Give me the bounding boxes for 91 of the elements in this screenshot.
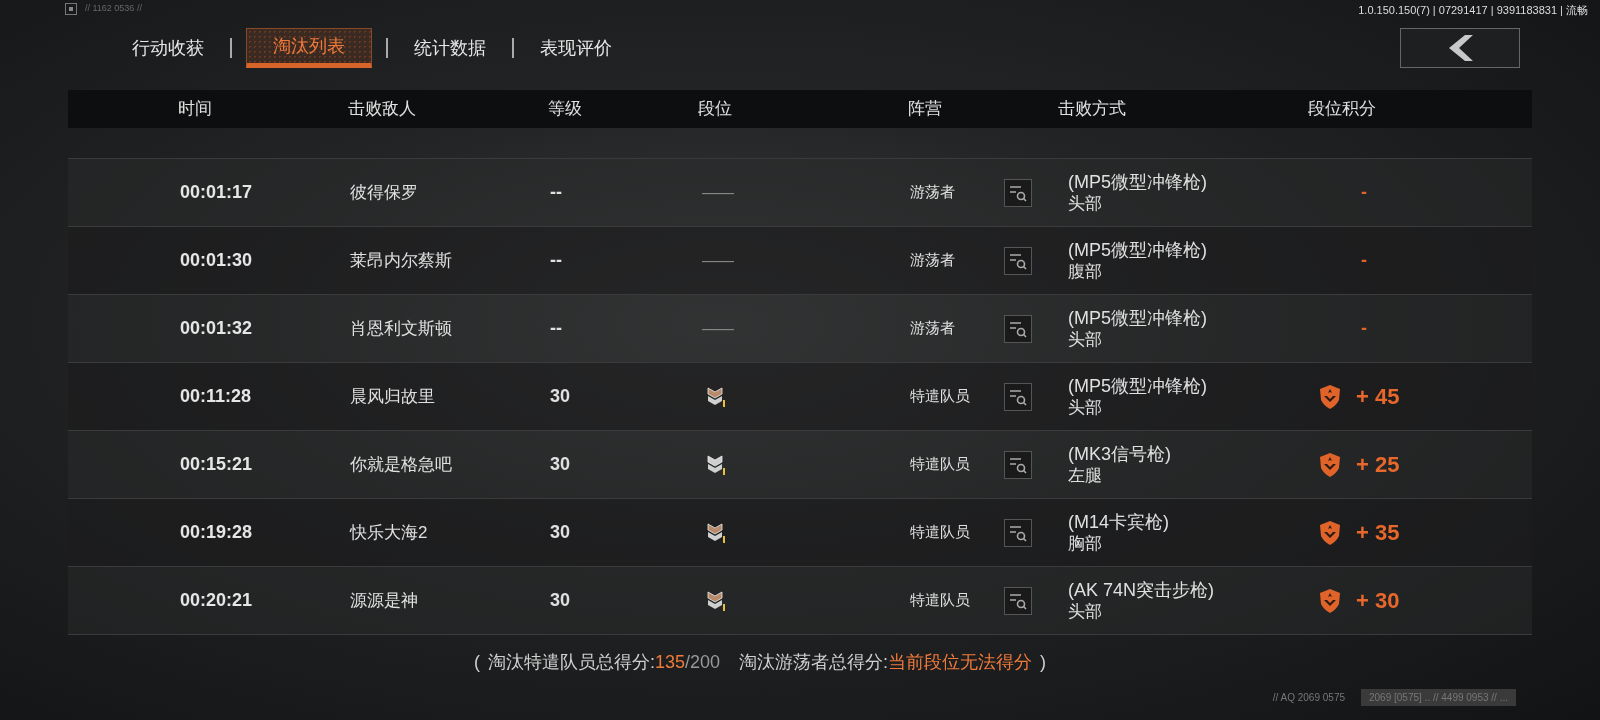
- search-details-button[interactable]: [1004, 178, 1032, 207]
- weapon-name: (MP5微型冲锋枪): [1068, 306, 1207, 329]
- hit-location: 腹部: [1068, 260, 1103, 283]
- camp-label: 游荡者: [910, 318, 955, 339]
- score-cell: -: [1361, 318, 1367, 338]
- camp-label: 特遣队员: [910, 522, 970, 543]
- search-list-icon: [1008, 523, 1028, 542]
- score-cell-text: + 25: [1356, 451, 1400, 479]
- search-details-button[interactable]: [1004, 382, 1032, 411]
- hit-location: 头部: [1068, 192, 1103, 215]
- search-list-icon: [1008, 319, 1028, 338]
- rank-badge-icon: [706, 589, 726, 612]
- column-header: 阵营: [908, 99, 942, 119]
- weapon-name: (MK3信号枪): [1068, 442, 1171, 465]
- search-details-button[interactable]: [1004, 450, 1032, 479]
- shield-badge-icon: [1318, 519, 1342, 546]
- search-list-icon: [1008, 387, 1028, 406]
- build-info: 1.0.150.150(7) | 07291417 | 9391183831 | 流畅: [1358, 3, 1588, 18]
- score-cell-text: + 45: [1356, 383, 1400, 411]
- search-list-icon: [1008, 183, 1028, 202]
- hit-location: 左腿: [1068, 464, 1103, 487]
- level-cell-text: 30: [550, 521, 571, 544]
- summary-text: ( 淘汰特遣队员总得分:135/200 淘汰游荡者总得分:当前段位无法得分 ): [473, 651, 1047, 674]
- search-details-button[interactable]: [1004, 314, 1032, 343]
- tab[interactable]: 表现评价: [528, 28, 624, 68]
- search-list-icon: [1008, 591, 1028, 610]
- hit-location: 头部: [1068, 396, 1103, 419]
- weapon-name: (M14卡宾枪): [1068, 510, 1169, 533]
- camp-label: 游荡者: [910, 250, 955, 271]
- back-button[interactable]: [1400, 28, 1520, 68]
- level-cell-text: 30: [550, 453, 571, 476]
- score-cell: -: [1361, 182, 1367, 202]
- time-cell-text: 00:01:30: [180, 249, 253, 272]
- column-header: 等级: [548, 99, 582, 119]
- rank-badge-icon: [706, 521, 726, 544]
- tab[interactable]: 淘汰列表: [246, 28, 372, 68]
- camp-label: 游荡者: [910, 182, 955, 203]
- search-details-button[interactable]: [1004, 246, 1032, 275]
- column-header: 段位: [698, 99, 732, 119]
- time-cell-text: 00:01:32: [180, 317, 253, 340]
- hit-location: 头部: [1068, 328, 1103, 351]
- weapon-name: (AK 74N突击步枪): [1068, 578, 1215, 601]
- shield-badge-icon: [1318, 451, 1342, 478]
- weapon-name: (MP5微型冲锋枪): [1068, 170, 1207, 193]
- enemy-name: 晨风归故里: [350, 385, 435, 408]
- shield-badge-icon: [1318, 587, 1342, 614]
- score-cell-text: + 30: [1356, 587, 1400, 615]
- camp-label: 特遣队员: [910, 590, 970, 611]
- score-cell: -: [1361, 250, 1367, 270]
- time-cell-text: 00:15:21: [180, 453, 253, 476]
- level-cell-text: --: [550, 181, 562, 204]
- enemy-name: 你就是格急吧: [350, 453, 452, 476]
- rank-badge-icon: [706, 385, 726, 408]
- time-cell-text: 00:19:28: [180, 521, 253, 544]
- shield-badge-icon: [1318, 383, 1342, 410]
- rank-cell-text: ——: [701, 250, 734, 271]
- enemy-name: 彼得保罗: [350, 181, 418, 204]
- rank-cell-text: ——: [701, 318, 734, 339]
- weapon-name: (MP5微型冲锋枪): [1068, 238, 1207, 261]
- search-details-button[interactable]: [1004, 586, 1032, 615]
- camp-label: 特遣队员: [910, 386, 970, 407]
- level-cell-text: 30: [550, 385, 571, 408]
- search-details-button[interactable]: [1004, 518, 1032, 547]
- hit-location: 头部: [1068, 600, 1103, 623]
- frame-icon: [65, 2, 77, 15]
- level-cell-text: --: [550, 317, 562, 340]
- footer-code: // AQ 2069 0575: [1272, 691, 1345, 705]
- score-cell-text: + 35: [1356, 519, 1400, 547]
- rank-badge-icon: [706, 453, 726, 476]
- tab[interactable]: 行动收获: [120, 28, 216, 68]
- rank-cell-text: ——: [701, 182, 734, 203]
- column-header: 击败方式: [1058, 99, 1126, 119]
- level-cell-text: --: [550, 249, 562, 272]
- weapon-name: (MP5微型冲锋枪): [1068, 374, 1207, 397]
- search-list-icon: [1008, 251, 1028, 270]
- time-cell-text: 00:20:21: [180, 589, 253, 612]
- enemy-name: 肖恩利文斯顿: [350, 317, 452, 340]
- column-header: 段位积分: [1308, 99, 1376, 119]
- enemy-name: 源源是神: [350, 589, 418, 612]
- column-header: 时间: [178, 99, 212, 119]
- time-cell-text: 00:01:17: [180, 181, 253, 204]
- enemy-name: 快乐大海2: [350, 521, 428, 544]
- enemy-name: 莱昂内尔蔡斯: [350, 249, 452, 272]
- level-cell-text: 30: [550, 589, 571, 612]
- time-cell-text: 00:11:28: [180, 385, 252, 408]
- column-header: 击败敌人: [348, 99, 416, 119]
- corner-code: // 1162 0536 //: [85, 2, 142, 15]
- search-list-icon: [1008, 455, 1028, 474]
- camp-label: 特遣队员: [910, 454, 970, 475]
- tab[interactable]: 统计数据: [402, 28, 498, 68]
- hit-location: 胸部: [1068, 532, 1103, 555]
